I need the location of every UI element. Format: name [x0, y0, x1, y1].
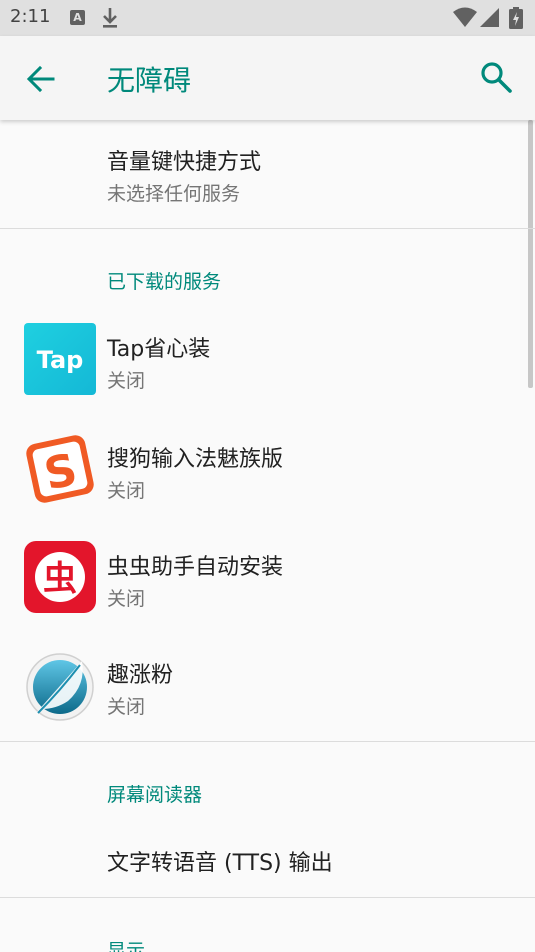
battery-icon [509, 7, 523, 29]
wifi-icon [453, 7, 477, 27]
service-status: 关闭 [107, 370, 146, 392]
search-icon[interactable] [479, 60, 513, 94]
page-title: 无障碍 [107, 64, 192, 97]
back-arrow-icon[interactable] [24, 62, 58, 96]
notification-a-icon: A [70, 10, 85, 25]
divider [0, 228, 535, 229]
service-status: 关闭 [107, 588, 146, 610]
tts-output-item[interactable]: 文字转语音 (TTS) 输出 [0, 820, 535, 897]
cell-signal-icon [480, 8, 499, 27]
chongchong-icon-text: 虫 [43, 559, 77, 599]
feather-app-icon [26, 653, 94, 721]
downloaded-services-header: 已下载的服务 [107, 271, 222, 293]
service-item-chongchong[interactable]: 虫 虫虫助手自动安装 关闭 [0, 532, 535, 642]
service-item-tap[interactable]: Tap Tap省心装 关闭 [0, 314, 535, 424]
taptap-app-icon: Tap [24, 323, 96, 395]
download-icon [103, 8, 117, 28]
service-status: 关闭 [107, 696, 146, 718]
volume-shortcut-item[interactable]: 音量键快捷方式 未选择任何服务 [0, 120, 535, 228]
status-bar: 2:11 A [0, 0, 535, 36]
service-status: 关闭 [107, 480, 146, 502]
service-title: 趣涨粉 [107, 663, 174, 688]
service-title: 虫虫助手自动安装 [107, 555, 284, 580]
volume-shortcut-title: 音量键快捷方式 [107, 150, 262, 175]
service-title: 搜狗输入法魅族版 [107, 447, 284, 472]
service-title: Tap省心装 [107, 337, 211, 362]
status-right-icons [453, 7, 527, 29]
app-bar: 无障碍 [0, 36, 535, 120]
chongchong-app-icon: 虫 [24, 541, 96, 613]
service-item-quzhangfen[interactable]: 趣涨粉 关闭 [0, 642, 535, 742]
settings-list[interactable]: 音量键快捷方式 未选择任何服务 已下载的服务 Tap Tap省心装 关闭 S 搜… [0, 120, 535, 952]
sogou-app-icon: S [26, 435, 94, 503]
taptap-icon-text: Tap [37, 346, 84, 374]
display-header: 显示 [107, 940, 146, 952]
divider [0, 741, 535, 742]
volume-shortcut-subtitle: 未选择任何服务 [107, 183, 241, 205]
screen-reader-header: 屏幕阅读器 [107, 784, 203, 806]
status-time: 2:11 [10, 6, 51, 27]
divider [0, 897, 535, 898]
tts-output-title: 文字转语音 (TTS) 输出 [107, 851, 333, 876]
service-item-sogou[interactable]: S 搜狗输入法魅族版 关闭 [0, 424, 535, 532]
